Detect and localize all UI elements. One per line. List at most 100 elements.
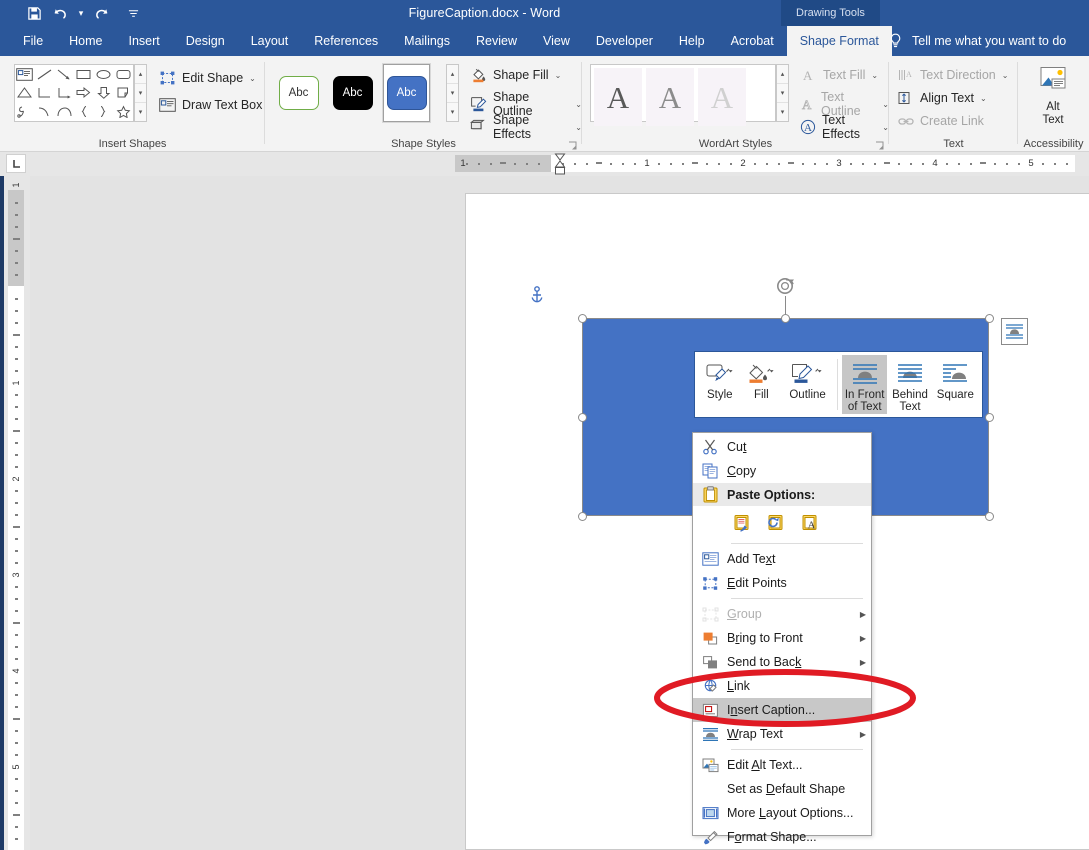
ribbon-tab-mailings[interactable]: Mailings (391, 26, 463, 56)
menu-item-add-text[interactable]: Add Text (693, 547, 871, 571)
wordart-tile-2[interactable]: A (646, 68, 694, 126)
shape-star-icon[interactable] (113, 102, 133, 121)
shape-styles-dialog-launcher[interactable] (568, 140, 578, 150)
mini-wrap-in-front-of-text-button[interactable]: In Front of Text (842, 355, 888, 414)
mini-style-button[interactable]: Style (699, 355, 741, 414)
ribbon-tab-layout[interactable]: Layout (238, 26, 302, 56)
vertical-ruler-track[interactable]: 1 1 2 3 4 5 (8, 183, 24, 850)
resize-handle-top-left[interactable] (578, 314, 587, 323)
paste-keep-text-only-icon[interactable]: A (799, 512, 821, 534)
first-line-indent-marker[interactable] (553, 153, 567, 175)
resize-handle-middle-left[interactable] (578, 413, 587, 422)
gallery-more-icon[interactable]: ▾ (135, 103, 146, 121)
layout-options-button[interactable] (1001, 318, 1028, 345)
shape-elbow-connector-icon[interactable] (35, 84, 55, 103)
ribbon-tab-review[interactable]: Review (463, 26, 530, 56)
shape-rounded-rectangle-icon[interactable] (113, 65, 133, 84)
ribbon-tab-help[interactable]: Help (666, 26, 718, 56)
ribbon-tab-developer[interactable]: Developer (583, 26, 666, 56)
shape-scribble-icon[interactable] (15, 102, 35, 121)
menu-item-paste-options[interactable]: Paste Options: (693, 483, 871, 506)
vertical-ruler[interactable]: 1 1 2 3 4 5 (0, 176, 30, 850)
shape-right-brace-icon[interactable] (94, 102, 114, 121)
shape-style-tile-blue-selected[interactable]: Abc (382, 63, 431, 123)
ribbon-tab-view[interactable]: View (530, 26, 583, 56)
edit-shape-button[interactable]: Edit Shape ⌄ (158, 69, 256, 87)
menu-item-insert-caption[interactable]: Insert Caption... (693, 698, 871, 722)
resize-handle-top-right[interactable] (985, 314, 994, 323)
gallery-scroll-down-icon[interactable]: ▾ (447, 84, 458, 103)
tab-stop-selector[interactable] (6, 154, 26, 173)
text-fill-button[interactable]: A Text Fill ⌄ (800, 67, 878, 83)
resize-handle-top-center[interactable] (781, 314, 790, 323)
shape-left-brace-icon[interactable] (74, 102, 94, 121)
horizontal-ruler[interactable]: 1 1 2 3 4 5 (0, 152, 1089, 176)
shape-effects-button[interactable]: Shape Effects ⌄ (470, 113, 582, 141)
shape-curve-icon[interactable] (35, 102, 55, 121)
wordart-gallery-scroll[interactable]: ▴ ▾ ▾ (776, 64, 789, 122)
gallery-more-icon[interactable]: ▾ (447, 103, 458, 121)
mini-outline-button[interactable]: Outline (782, 355, 833, 414)
shapes-gallery[interactable] (14, 64, 134, 122)
resize-handle-bottom-right[interactable] (985, 512, 994, 521)
mini-wrap-square-button[interactable]: Square (933, 355, 978, 414)
menu-item-link[interactable]: Link (693, 674, 871, 698)
paste-keep-source-formatting-icon[interactable] (731, 512, 753, 534)
alt-text-button[interactable]: Alt Text (1024, 66, 1082, 128)
shape-triangle-icon[interactable] (15, 84, 35, 103)
shape-line-icon[interactable] (35, 65, 55, 84)
mini-fill-button[interactable]: Fill (741, 355, 783, 414)
mini-toolbar[interactable]: Style Fill Outline In Front of Text Behi… (694, 351, 983, 418)
resize-handle-middle-right[interactable] (985, 413, 994, 422)
shape-oval-icon[interactable] (94, 65, 114, 84)
resize-handle-bottom-left[interactable] (578, 512, 587, 521)
gallery-scroll-down-icon[interactable]: ▾ (777, 84, 788, 103)
gallery-more-icon[interactable]: ▾ (777, 103, 788, 121)
shape-style-tile-outline[interactable]: Abc (275, 64, 322, 122)
shape-styles-gallery-scroll[interactable]: ▴ ▾ ▾ (446, 64, 459, 122)
tell-me-box[interactable]: Tell me what you want to do (888, 26, 1066, 56)
ribbon-tab-design[interactable]: Design (173, 26, 238, 56)
shape-styles-gallery[interactable]: Abc Abc Abc (275, 63, 431, 123)
gallery-scroll-down-icon[interactable]: ▾ (135, 84, 146, 103)
menu-item-copy[interactable]: Copy (693, 459, 871, 483)
shape-style-tile-black[interactable]: Abc (329, 64, 376, 122)
paste-picture-icon[interactable] (765, 512, 787, 534)
shape-elbow-arrow-connector-icon[interactable] (54, 84, 74, 103)
undo-dropdown-icon[interactable]: ▾ (74, 2, 88, 24)
create-link-button[interactable]: Create Link (897, 113, 984, 129)
customize-qat-icon[interactable] (126, 2, 140, 24)
horizontal-ruler-track[interactable]: 1 1 2 3 4 5 (455, 155, 1075, 172)
shape-textbox-icon[interactable] (15, 65, 35, 84)
context-menu[interactable]: Cut Copy Paste Options: A Add Text Edit Point… (692, 432, 872, 844)
menu-item-more-layout-options[interactable]: More Layout Options... (693, 801, 871, 825)
wordart-tile-3[interactable]: A (698, 68, 746, 126)
save-icon[interactable] (22, 2, 46, 24)
menu-item-edit-points[interactable]: Edit Points (693, 571, 871, 595)
shape-rectangle-icon[interactable] (74, 65, 94, 84)
menu-item-format-shape[interactable]: Format Shape... (693, 825, 871, 849)
rotate-handle[interactable] (774, 274, 798, 298)
redo-icon[interactable] (90, 2, 114, 24)
ribbon-tab-shape-format[interactable]: Shape Format (786, 26, 892, 56)
shape-fill-button[interactable]: Shape Fill ⌄ (470, 67, 561, 83)
shapes-gallery-scroll[interactable]: ▴ ▾ ▾ (134, 64, 147, 122)
draw-text-box-button[interactable]: Draw Text Box (158, 96, 262, 114)
menu-item-wrap-text[interactable]: Wrap Text ▶ (693, 722, 871, 746)
menu-item-bring-to-front[interactable]: Bring to Front ▶ (693, 626, 871, 650)
wordart-tile-1[interactable]: A (594, 68, 642, 126)
menu-item-edit-alt-text[interactable]: Edit Alt Text... (693, 753, 871, 777)
shape-right-arrow-icon[interactable] (74, 84, 94, 103)
align-text-button[interactable]: Align Text ⌄ (897, 90, 987, 106)
shape-folded-corner-icon[interactable] (113, 84, 133, 103)
shape-down-arrow-icon[interactable] (94, 84, 114, 103)
menu-item-cut[interactable]: Cut (693, 435, 871, 459)
wordart-gallery[interactable]: A A A (590, 64, 776, 126)
shape-arrow-icon[interactable] (54, 65, 74, 84)
gallery-scroll-up-icon[interactable]: ▴ (777, 65, 788, 84)
shape-arc-icon[interactable] (54, 102, 74, 121)
ribbon-tab-file[interactable]: File (10, 26, 56, 56)
gallery-scroll-up-icon[interactable]: ▴ (135, 65, 146, 84)
menu-item-set-as-default-shape[interactable]: Set as Default Shape (693, 777, 871, 801)
ribbon-tab-acrobat[interactable]: Acrobat (718, 26, 787, 56)
